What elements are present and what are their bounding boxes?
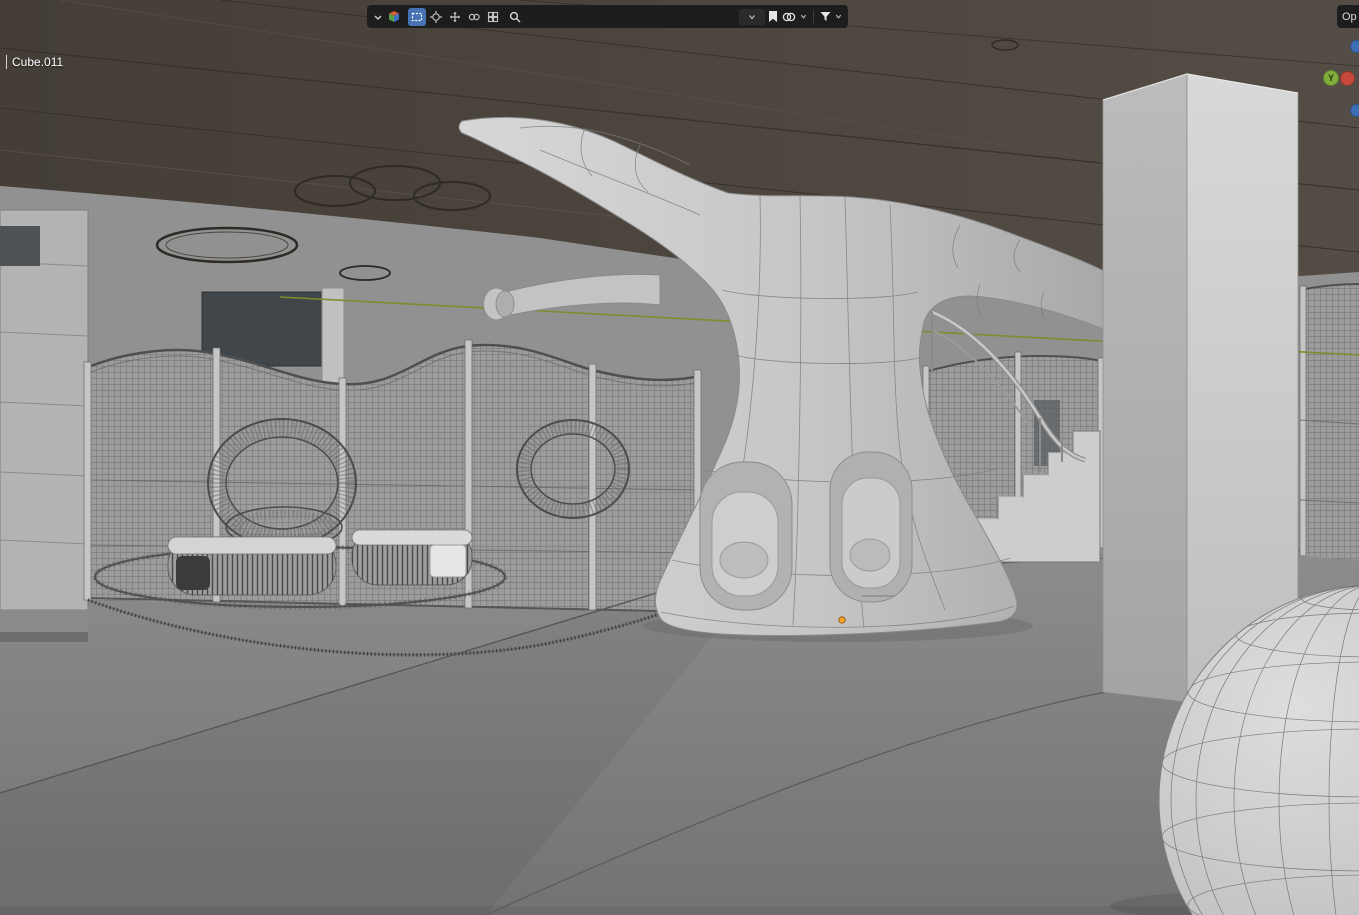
mode-cube-icon[interactable] xyxy=(386,8,402,26)
bench-right-mesh[interactable] xyxy=(351,529,473,586)
filter-chevron-icon[interactable] xyxy=(834,8,843,26)
gizmo-x-axis[interactable] xyxy=(1340,71,1355,86)
gizmo-z-axis-bottom[interactable] xyxy=(1350,104,1359,117)
back-pillar[interactable] xyxy=(321,287,345,389)
search-icon[interactable] xyxy=(508,8,522,26)
options-label: Op xyxy=(1342,10,1357,23)
measure-tool[interactable] xyxy=(484,8,502,26)
options-button[interactable]: Op xyxy=(1337,5,1359,28)
annotate-tool[interactable] xyxy=(465,8,483,26)
header-separator xyxy=(813,9,814,24)
object-name-text: Cube.011 xyxy=(12,55,64,69)
left-wall-mesh[interactable] xyxy=(0,209,89,642)
gizmo-y-axis[interactable]: Y xyxy=(1323,70,1339,86)
search-field[interactable] xyxy=(524,8,737,26)
header-dropdown-button[interactable] xyxy=(739,8,765,25)
move-tool[interactable] xyxy=(446,8,464,26)
collapse-chevron-icon[interactable] xyxy=(372,8,384,26)
pillar-mesh[interactable] xyxy=(1102,73,1299,703)
gizmo-z-axis-top[interactable] xyxy=(1350,40,1359,53)
filter-icon[interactable] xyxy=(819,8,832,26)
blender-3d-viewport[interactable]: Op Cube.011 Y xyxy=(0,0,1359,915)
tool-group xyxy=(408,7,502,26)
select-box-tool[interactable] xyxy=(408,7,426,26)
gizmo-y-label: Y xyxy=(1327,73,1334,83)
viewport-header xyxy=(367,5,848,28)
object-name-label: Cube.011 xyxy=(6,55,63,69)
viewport-3d-scene[interactable] xyxy=(0,0,1359,915)
origin-dot[interactable] xyxy=(838,616,846,624)
overlays-chevron-icon[interactable] xyxy=(799,8,808,26)
bookmark-icon[interactable] xyxy=(767,8,779,26)
overlays-icon[interactable] xyxy=(781,8,797,26)
label-caret xyxy=(6,55,7,69)
bench-left-mesh[interactable] xyxy=(167,536,337,596)
mesh-fence-right[interactable] xyxy=(1299,283,1359,560)
cursor-tool[interactable] xyxy=(427,8,445,26)
